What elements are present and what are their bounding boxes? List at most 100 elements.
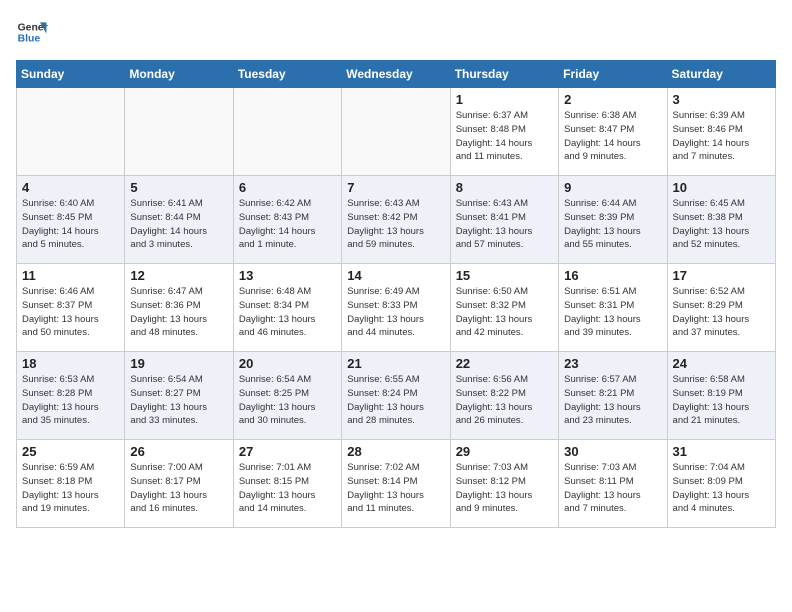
day-info: Sunrise: 6:55 AM Sunset: 8:24 PM Dayligh… <box>347 373 444 428</box>
day-info: Sunrise: 6:56 AM Sunset: 8:22 PM Dayligh… <box>456 373 553 428</box>
day-number: 23 <box>564 356 661 371</box>
day-number: 7 <box>347 180 444 195</box>
day-number: 3 <box>673 92 770 107</box>
day-number: 13 <box>239 268 336 283</box>
calendar-week-row: 4Sunrise: 6:40 AM Sunset: 8:45 PM Daylig… <box>17 176 776 264</box>
calendar-cell: 29 Sunrise: 7:03 AM Sunset: 8:12 PM Dayli… <box>450 440 558 528</box>
weekday-header-friday: Friday <box>559 61 667 88</box>
calendar-cell: 9 Sunrise: 6:44 AM Sunset: 8:39 PM Daylig… <box>559 176 667 264</box>
calendar-week-row: 25Sunrise: 6:59 AM Sunset: 8:18 PM Dayli… <box>17 440 776 528</box>
calendar-cell: 27Sunrise: 7:01 AM Sunset: 8:15 PM Dayli… <box>233 440 341 528</box>
calendar-week-row: 1 Sunrise: 6:37 AM Sunset: 8:48 PM Daylig… <box>17 88 776 176</box>
calendar-cell: 1 Sunrise: 6:37 AM Sunset: 8:48 PM Daylig… <box>450 88 558 176</box>
day-info: Sunrise: 7:01 AM Sunset: 8:15 PM Dayligh… <box>239 461 336 516</box>
day-number: 5 <box>130 180 227 195</box>
day-info: Sunrise: 6:57 AM Sunset: 8:21 PM Dayligh… <box>564 373 661 428</box>
day-info: Sunrise: 6:42 AM Sunset: 8:43 PM Dayligh… <box>239 197 336 252</box>
day-number: 9 <box>564 180 661 195</box>
calendar-cell: 24Sunrise: 6:58 AM Sunset: 8:19 PM Dayli… <box>667 352 775 440</box>
weekday-header-row: SundayMondayTuesdayWednesdayThursdayFrid… <box>17 61 776 88</box>
calendar-cell: 14 Sunrise: 6:49 AM Sunset: 8:33 PM Dayli… <box>342 264 450 352</box>
calendar-table: SundayMondayTuesdayWednesdayThursdayFrid… <box>16 60 776 528</box>
day-number: 11 <box>22 268 119 283</box>
calendar-cell <box>233 88 341 176</box>
day-number: 10 <box>673 180 770 195</box>
day-info: Sunrise: 6:53 AM Sunset: 8:28 PM Dayligh… <box>22 373 119 428</box>
calendar-week-row: 18 Sunrise: 6:53 AM Sunset: 8:28 PM Dayli… <box>17 352 776 440</box>
day-info: Sunrise: 6:54 AM Sunset: 8:25 PM Dayligh… <box>239 373 336 428</box>
weekday-header-saturday: Saturday <box>667 61 775 88</box>
calendar-cell: 23 Sunrise: 6:57 AM Sunset: 8:21 PM Dayli… <box>559 352 667 440</box>
day-info: Sunrise: 6:54 AM Sunset: 8:27 PM Dayligh… <box>130 373 227 428</box>
day-info: Sunrise: 6:49 AM Sunset: 8:33 PM Dayligh… <box>347 285 444 340</box>
day-number: 19 <box>130 356 227 371</box>
weekday-header-wednesday: Wednesday <box>342 61 450 88</box>
day-number: 20 <box>239 356 336 371</box>
calendar-cell: 11 Sunrise: 6:46 AM Sunset: 8:37 PM Dayli… <box>17 264 125 352</box>
calendar-cell: 26Sunrise: 7:00 AM Sunset: 8:17 PM Dayli… <box>125 440 233 528</box>
weekday-header-thursday: Thursday <box>450 61 558 88</box>
logo: General Blue <box>16 16 48 48</box>
calendar-cell: 21 Sunrise: 6:55 AM Sunset: 8:24 PM Dayli… <box>342 352 450 440</box>
day-number: 29 <box>456 444 553 459</box>
day-number: 16 <box>564 268 661 283</box>
calendar-cell: 28 Sunrise: 7:02 AM Sunset: 8:14 PM Dayli… <box>342 440 450 528</box>
day-info: Sunrise: 6:41 AM Sunset: 8:44 PM Dayligh… <box>130 197 227 252</box>
calendar-cell: 5 Sunrise: 6:41 AM Sunset: 8:44 PM Daylig… <box>125 176 233 264</box>
day-info: Sunrise: 7:02 AM Sunset: 8:14 PM Dayligh… <box>347 461 444 516</box>
calendar-cell: 10 Sunrise: 6:45 AM Sunset: 8:38 PM Dayli… <box>667 176 775 264</box>
day-number: 24 <box>673 356 770 371</box>
day-info: Sunrise: 6:44 AM Sunset: 8:39 PM Dayligh… <box>564 197 661 252</box>
day-info: Sunrise: 6:46 AM Sunset: 8:37 PM Dayligh… <box>22 285 119 340</box>
page-header: General Blue <box>16 16 776 48</box>
calendar-cell <box>342 88 450 176</box>
day-number: 25 <box>22 444 119 459</box>
day-info: Sunrise: 7:03 AM Sunset: 8:12 PM Dayligh… <box>456 461 553 516</box>
day-number: 28 <box>347 444 444 459</box>
day-number: 12 <box>130 268 227 283</box>
day-number: 1 <box>456 92 553 107</box>
calendar-cell: 22 Sunrise: 6:56 AM Sunset: 8:22 PM Dayli… <box>450 352 558 440</box>
calendar-cell: 15Sunrise: 6:50 AM Sunset: 8:32 PM Dayli… <box>450 264 558 352</box>
calendar-cell: 4Sunrise: 6:40 AM Sunset: 8:45 PM Daylig… <box>17 176 125 264</box>
weekday-header-monday: Monday <box>125 61 233 88</box>
day-info: Sunrise: 6:52 AM Sunset: 8:29 PM Dayligh… <box>673 285 770 340</box>
day-number: 14 <box>347 268 444 283</box>
day-number: 22 <box>456 356 553 371</box>
calendar-cell: 19 Sunrise: 6:54 AM Sunset: 8:27 PM Dayli… <box>125 352 233 440</box>
day-info: Sunrise: 6:38 AM Sunset: 8:47 PM Dayligh… <box>564 109 661 164</box>
calendar-week-row: 11 Sunrise: 6:46 AM Sunset: 8:37 PM Dayli… <box>17 264 776 352</box>
day-number: 8 <box>456 180 553 195</box>
calendar-cell: 12 Sunrise: 6:47 AM Sunset: 8:36 PM Dayli… <box>125 264 233 352</box>
day-number: 6 <box>239 180 336 195</box>
calendar-cell: 25Sunrise: 6:59 AM Sunset: 8:18 PM Dayli… <box>17 440 125 528</box>
day-number: 21 <box>347 356 444 371</box>
calendar-cell: 7 Sunrise: 6:43 AM Sunset: 8:42 PM Daylig… <box>342 176 450 264</box>
svg-text:Blue: Blue <box>18 34 41 45</box>
calendar-cell: 2 Sunrise: 6:38 AM Sunset: 8:47 PM Daylig… <box>559 88 667 176</box>
day-info: Sunrise: 6:50 AM Sunset: 8:32 PM Dayligh… <box>456 285 553 340</box>
calendar-cell: 3Sunrise: 6:39 AM Sunset: 8:46 PM Daylig… <box>667 88 775 176</box>
day-number: 31 <box>673 444 770 459</box>
calendar-cell: 13 Sunrise: 6:48 AM Sunset: 8:34 PM Dayli… <box>233 264 341 352</box>
day-number: 18 <box>22 356 119 371</box>
day-info: Sunrise: 7:03 AM Sunset: 8:11 PM Dayligh… <box>564 461 661 516</box>
day-number: 30 <box>564 444 661 459</box>
calendar-cell: 31 Sunrise: 7:04 AM Sunset: 8:09 PM Dayli… <box>667 440 775 528</box>
weekday-header-sunday: Sunday <box>17 61 125 88</box>
calendar-cell <box>17 88 125 176</box>
day-number: 2 <box>564 92 661 107</box>
day-info: Sunrise: 6:40 AM Sunset: 8:45 PM Dayligh… <box>22 197 119 252</box>
day-info: Sunrise: 6:37 AM Sunset: 8:48 PM Dayligh… <box>456 109 553 164</box>
day-info: Sunrise: 6:47 AM Sunset: 8:36 PM Dayligh… <box>130 285 227 340</box>
day-info: Sunrise: 6:48 AM Sunset: 8:34 PM Dayligh… <box>239 285 336 340</box>
calendar-cell: 16Sunrise: 6:51 AM Sunset: 8:31 PM Dayli… <box>559 264 667 352</box>
day-info: Sunrise: 7:04 AM Sunset: 8:09 PM Dayligh… <box>673 461 770 516</box>
day-info: Sunrise: 6:45 AM Sunset: 8:38 PM Dayligh… <box>673 197 770 252</box>
calendar-cell: 20 Sunrise: 6:54 AM Sunset: 8:25 PM Dayli… <box>233 352 341 440</box>
day-info: Sunrise: 6:43 AM Sunset: 8:41 PM Dayligh… <box>456 197 553 252</box>
day-number: 17 <box>673 268 770 283</box>
logo-icon: General Blue <box>16 16 48 48</box>
day-info: Sunrise: 6:43 AM Sunset: 8:42 PM Dayligh… <box>347 197 444 252</box>
day-number: 26 <box>130 444 227 459</box>
